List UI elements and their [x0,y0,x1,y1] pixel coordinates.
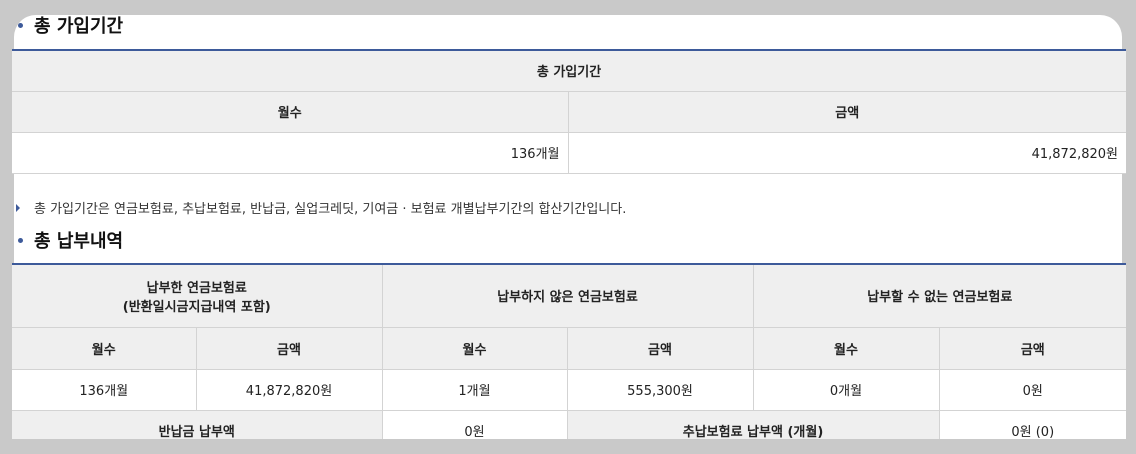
unpaid-amount: 555,300원 [566,368,754,411]
group-header-paid: 납부한 연금보험료 (반환일시금지급내역 포함) [12,263,383,328]
triangle-bullet-icon [16,203,20,212]
bottom-overlay [0,439,1136,454]
col-header-months: 월수 [752,326,940,370]
group-header-unpaid: 납부하지 않은 연금보험료 [381,263,754,328]
paid-amount: 41,872,820원 [195,368,383,411]
cannot-pay-months: 0개월 [752,368,940,411]
col-header-months: 월수 [12,326,197,370]
months-value: 136개월 [12,131,569,174]
bullet-icon [18,237,23,243]
paid-months: 136개월 [12,368,197,411]
amount-value: 41,872,820원 [567,131,1126,174]
group-header-cannot-pay: 납부할 수 없는 연금보험료 [752,263,1126,328]
section-title-text: 총 가입기간 [34,16,124,37]
main-content: 총 가입기간 총 가입기간 월수 금액 136개월 41,872,820원 총 … [12,0,1126,454]
section-title-total-period: 총 가입기간 [18,12,123,38]
total-period-table: 총 가입기간 월수 금액 136개월 41,872,820원 [12,49,1126,174]
cannot-pay-amount: 0원 [938,368,1126,411]
total-payment-table: 납부한 연금보험료 (반환일시금지급내역 포함) 납부하지 않은 연금보험료 납… [12,263,1126,452]
table-caption: 총 가입기간 [12,49,1126,92]
col-header-amount: 금액 [566,326,754,370]
group-header-paid-line2: (반환일시금지급내역 포함) [122,299,271,315]
col-header-months: 월수 [381,326,568,370]
col-header-amount: 금액 [938,326,1126,370]
bullet-icon [18,22,23,28]
period-note-text: 총 가입기간은 연금보험료, 추납보험료, 반납금, 실업크레딧, 기여금 · … [34,202,627,217]
col-header-amount: 금액 [567,90,1126,133]
group-header-paid-line1: 납부한 연금보험료 [146,280,247,296]
section-title-text: 총 납부내역 [34,231,124,252]
col-header-amount: 금액 [195,326,383,370]
period-note: 총 가입기간은 연금보험료, 추납보험료, 반납금, 실업크레딧, 기여금 · … [16,198,626,217]
col-header-months: 월수 [12,90,569,133]
unpaid-months: 1개월 [381,368,568,411]
section-title-total-payment: 총 납부내역 [18,227,123,253]
